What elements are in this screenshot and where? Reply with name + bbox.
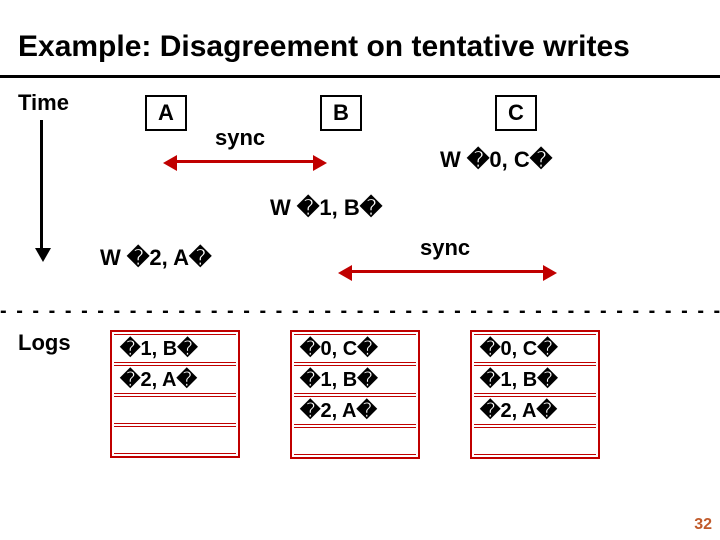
node-b: B [320,95,362,131]
node-b-label: B [333,100,349,126]
write-b: W �1, B� [270,195,382,221]
time-arrow-icon [40,120,43,250]
time-label: Time [18,90,69,116]
page-number: 32 [694,516,712,534]
sync-label-bc: sync [420,235,470,261]
title-rule [0,75,720,78]
write-c: W �0, C� [440,147,552,173]
node-c-label: C [508,100,524,126]
log-table-c: �0, C� �1, B� �2, A� [470,330,600,459]
log-table-b: �0, C� �1, B� �2, A� [290,330,420,459]
log-c-1: �1, B� [474,365,596,394]
log-c-3 [474,427,596,455]
log-a-1: �2, A� [114,365,236,394]
log-a-3 [114,426,236,454]
slide-title: Example: Disagreement on tentative write… [18,30,630,64]
log-a-0: �1, B� [114,334,236,363]
log-c-0: �0, C� [474,334,596,363]
log-b-1: �1, B� [294,365,416,394]
log-a-2 [114,396,236,424]
log-table-a: �1, B� �2, A� [110,330,240,458]
node-c: C [495,95,537,131]
logs-label: Logs [18,330,71,356]
sync-arrow-bc-icon [350,270,545,273]
node-a: A [145,95,187,131]
log-b-2: �2, A� [294,396,416,425]
log-b-0: �0, C� [294,334,416,363]
log-c-2: �2, A� [474,396,596,425]
sync-label-ab: sync [215,125,265,151]
sync-arrow-ab-icon [175,160,315,163]
log-b-3 [294,427,416,455]
write-a: W �2, A� [100,245,212,271]
divider-dashes: - - - - - - - - - - - - - - - - - - - - … [0,300,720,323]
node-a-label: A [158,100,174,126]
slide: Example: Disagreement on tentative write… [0,0,720,540]
